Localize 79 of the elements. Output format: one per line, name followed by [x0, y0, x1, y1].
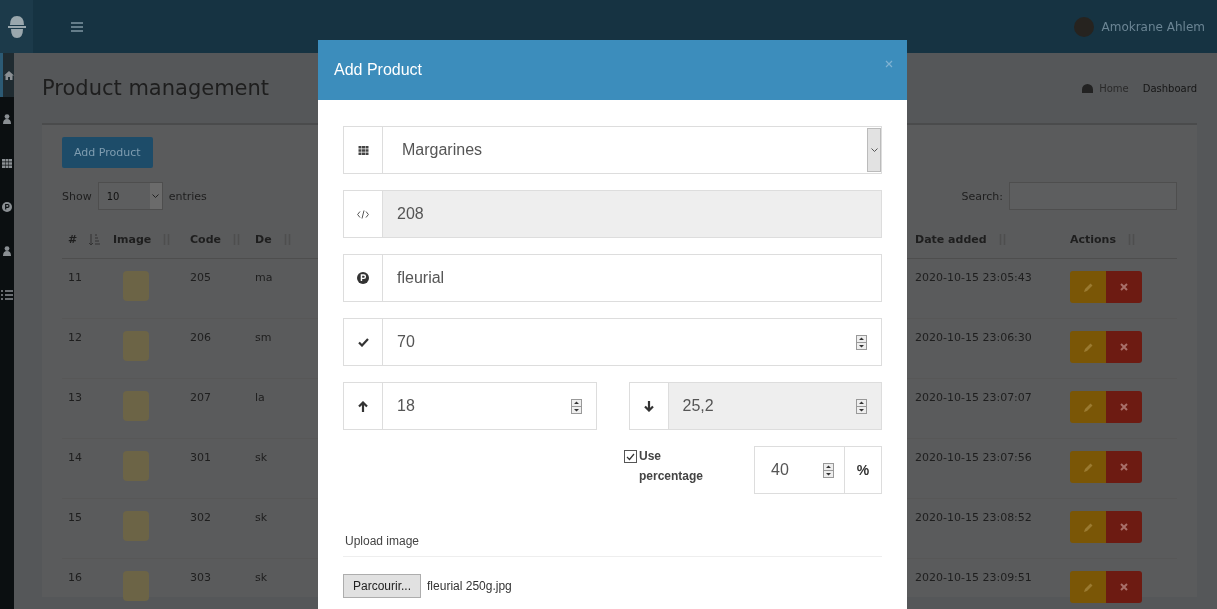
search-label: Search: — [961, 189, 1003, 203]
table-cell: 2020-10-15 23:08:52 — [909, 498, 1064, 559]
table-cell: 13 — [62, 378, 107, 439]
delete-button[interactable] — [1106, 571, 1142, 603]
browse-button[interactable]: Parcourir... — [343, 574, 422, 598]
column-header[interactable]: # — [62, 220, 107, 259]
dashboard-icon — [1082, 83, 1094, 93]
check-icon — [626, 452, 635, 461]
table-cell: 302 — [184, 498, 249, 559]
entries-select[interactable]: 10 — [97, 182, 163, 210]
column-header[interactable]: Code — [184, 220, 249, 259]
page-title: Product management — [42, 76, 271, 100]
user-icon — [3, 114, 11, 124]
pencil-icon — [1083, 402, 1093, 412]
pencil-icon — [1083, 462, 1093, 472]
table-cell: 303 — [184, 558, 249, 609]
column-header[interactable]: Actions — [1064, 220, 1177, 259]
edit-button[interactable] — [1070, 571, 1106, 603]
table-cell: sk — [255, 571, 268, 584]
table-cell: 2020-10-15 23:07:56 — [909, 438, 1064, 499]
table-cell: sk — [255, 511, 268, 524]
list-icon — [1, 290, 13, 300]
home-icon — [3, 70, 14, 80]
menu-icon[interactable] — [71, 21, 83, 32]
user-name[interactable]: Amokrane Ahlem — [1101, 19, 1205, 34]
breadcrumb-link[interactable]: Dashboard — [1142, 82, 1197, 94]
add-product-button[interactable]: Add Product — [62, 137, 153, 168]
close-icon — [1120, 403, 1128, 411]
show-label: Show — [62, 189, 92, 203]
table-cell: 301 — [184, 438, 249, 499]
table-cell: 205 — [184, 258, 249, 319]
file-name: fleurial 250g.jpg — [427, 579, 512, 593]
caret-icon — [152, 193, 160, 199]
upload-image-label: Upload image — [343, 534, 882, 557]
table-cell: 206 — [184, 318, 249, 379]
pencil-icon — [1083, 522, 1093, 532]
column-header[interactable]: Image — [107, 220, 184, 259]
edit-button[interactable] — [1070, 451, 1106, 483]
table-cell: la — [255, 391, 265, 404]
delete-button[interactable] — [1106, 451, 1142, 483]
table-cell: sm — [255, 331, 272, 344]
table-cell: 2020-10-15 23:07:07 — [909, 378, 1064, 439]
delete-button[interactable] — [1106, 511, 1142, 543]
table-cell: 16 — [62, 558, 107, 609]
table-cell: sk — [255, 451, 268, 464]
table-cell: 207 — [184, 378, 249, 439]
pencil-icon — [1083, 282, 1093, 292]
sidebar-item[interactable] — [0, 53, 14, 97]
use-percentage-checkbox[interactable]: Use percentage — [624, 446, 734, 486]
edit-button[interactable] — [1070, 511, 1106, 543]
grid-icon — [2, 158, 12, 168]
close-icon — [1120, 463, 1128, 471]
edit-button[interactable] — [1070, 271, 1106, 303]
helmet-logo-icon — [7, 14, 26, 39]
close-icon[interactable] — [885, 60, 893, 68]
close-icon — [1120, 283, 1128, 291]
table-cell: 2020-10-15 23:05:43 — [909, 258, 1064, 319]
table-cell: 12 — [62, 318, 107, 379]
delete-button[interactable] — [1106, 391, 1142, 423]
table-cell: 11 — [62, 258, 107, 319]
checkbox[interactable] — [624, 450, 637, 463]
column-header[interactable]: Date added — [909, 220, 1064, 259]
edit-button[interactable] — [1070, 331, 1106, 363]
pencil-icon — [1083, 582, 1093, 592]
table-cell: 15 — [62, 498, 107, 559]
entries-label: entries — [168, 189, 207, 203]
pencil-icon — [1083, 342, 1093, 352]
dialog-title: Add Product — [334, 61, 424, 79]
table-cell: 2020-10-15 23:09:51 — [909, 558, 1064, 609]
close-icon — [1120, 523, 1128, 531]
close-icon — [1120, 583, 1128, 591]
table-cell: 2020-10-15 23:06:30 — [909, 318, 1064, 379]
delete-button[interactable] — [1106, 271, 1142, 303]
table-cell: ma — [255, 271, 273, 284]
table-cell: 14 — [62, 438, 107, 499]
user-icon — [3, 246, 11, 256]
delete-button[interactable] — [1106, 331, 1142, 363]
close-icon — [1120, 343, 1128, 351]
edit-button[interactable] — [1070, 391, 1106, 423]
